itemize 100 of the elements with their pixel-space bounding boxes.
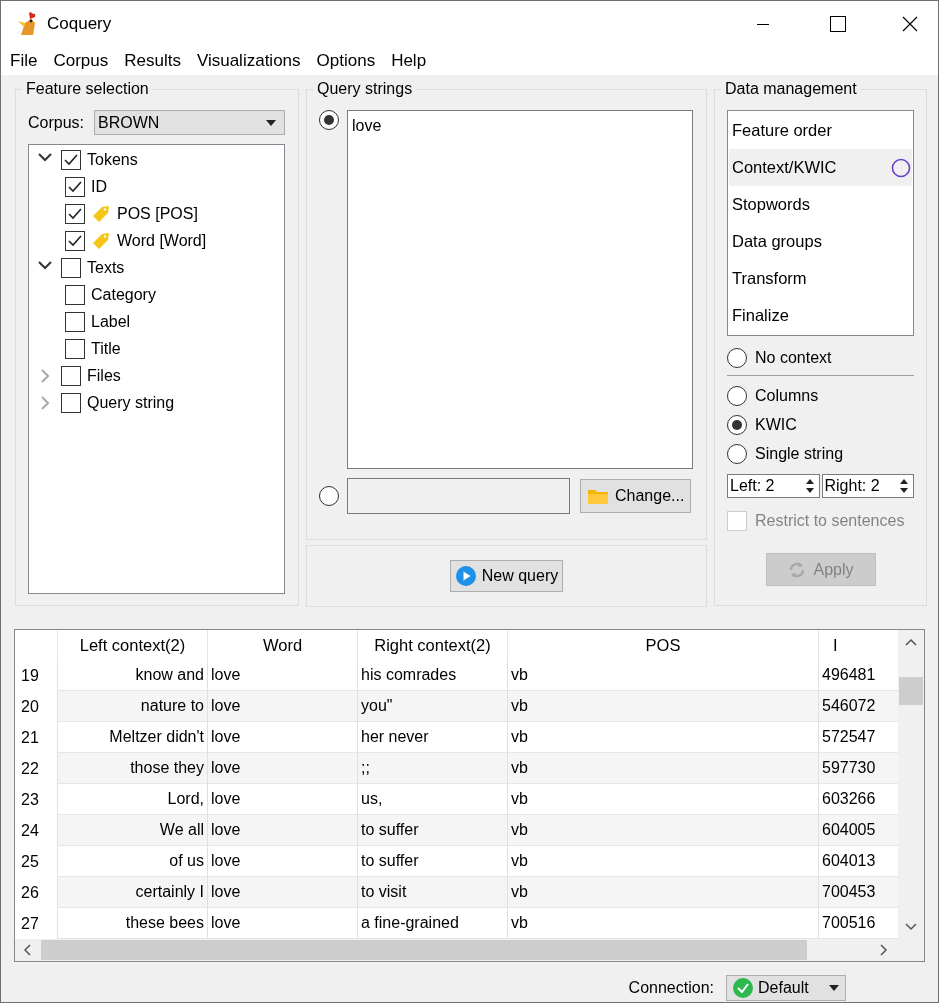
scrollbar-thumb[interactable] [41,940,807,961]
table-cell: 604005 [819,815,898,847]
spin-box[interactable]: Right: 2 [821,474,914,499]
checkbox[interactable] [65,203,85,224]
table-cell: vb [508,753,819,785]
radio-button[interactable] [319,110,339,131]
folder-icon [587,487,609,506]
column-header[interactable]: Left context(2) [58,630,208,661]
menu-item[interactable]: Results [123,48,189,74]
column-header[interactable]: POS [508,630,819,661]
tag-icon [91,230,111,251]
table-cell: love [208,815,358,847]
chevron-down-icon[interactable] [38,152,52,162]
group-title: Query strings [313,79,417,100]
caret-icon [829,985,839,992]
checkbox-label: Restrict to sentences [755,511,905,532]
maximize-icon[interactable] [830,15,846,32]
connection-dropdown[interactable]: Default [726,975,846,1002]
chevron-down-icon[interactable] [38,260,52,270]
tree-item[interactable]: POS [POS] [117,201,198,226]
radio-button[interactable] [319,486,339,507]
cursor-ring-icon [891,157,911,178]
query-text-area[interactable]: love [347,110,693,470]
table-cell: vb [508,815,819,847]
caret-icon [266,119,276,126]
table-cell: ;; [358,753,508,785]
menu-item[interactable]: Corpus [52,48,117,74]
tree-item[interactable]: Query string [87,390,175,415]
list-item[interactable]: Finalize [729,297,912,335]
column-header[interactable]: Word [208,630,358,661]
table-cell: 546072 [819,691,898,723]
table-cell: you" [358,691,508,723]
checkbox[interactable] [65,284,85,305]
tree-item[interactable]: Files [87,363,121,388]
tree-item[interactable]: Word [Word] [117,228,207,253]
tree-item[interactable]: Texts [87,255,125,280]
scroll-left-icon[interactable] [23,944,31,957]
new-query-button[interactable]: New query [449,560,564,593]
vertical-scrollbar[interactable] [898,630,924,940]
radio-button[interactable] [727,443,747,464]
tree-item[interactable]: ID [91,174,107,199]
radio-label: Single string [755,443,844,464]
corpus-dropdown[interactable]: BROWN [94,110,285,136]
table-cell: 700453 [819,877,898,909]
table-cell: 597730 [819,753,898,785]
checkbox[interactable] [65,338,85,359]
checkbox[interactable] [65,176,85,197]
radio-button[interactable] [727,414,747,435]
table-cell: certainly I [58,877,208,909]
group-title: Data management [721,79,861,100]
radio-button[interactable] [727,347,747,368]
tag-icon [91,203,111,224]
radio-label: No context [755,347,832,368]
menu-item[interactable]: File [9,48,46,74]
status-label: Connection: [628,978,714,999]
scroll-right-icon[interactable] [880,944,888,957]
checkbox[interactable] [65,230,85,251]
table-cell: to visit [358,877,508,909]
radio-button[interactable] [727,385,747,406]
table-cell: love [208,691,358,723]
tree-item[interactable]: Label [91,309,131,334]
checkbox[interactable] [61,257,81,278]
play-icon [455,566,476,587]
menu-item[interactable]: Options [315,48,384,74]
table-cell: to suffer [358,815,508,847]
table-cell: We all [58,815,208,847]
horizontal-scrollbar[interactable] [15,939,924,962]
list-item[interactable]: Data groups [729,223,912,261]
checkbox[interactable] [61,149,81,170]
window-title: Coquery [47,13,112,35]
checkbox[interactable] [65,311,85,332]
field-label: Corpus: [28,112,85,133]
change-button[interactable]: Change... [580,479,692,514]
list-item[interactable]: Feature order [729,112,912,150]
radio-label: KWIC [755,414,797,435]
tree-item[interactable]: Tokens [87,147,138,172]
table-cell: nature to [58,691,208,723]
table-cell: love [208,877,358,909]
menu-item[interactable]: Visualizations [195,48,309,74]
table-cell: vb [508,877,819,909]
radio-label: Columns [755,385,819,406]
list-item[interactable]: Context/KWIC [729,149,912,187]
checkbox[interactable] [61,392,81,413]
tree-item[interactable]: Category [91,282,156,307]
scroll-down-icon[interactable] [905,923,917,932]
table-cell: vb [508,691,819,723]
column-header[interactable]: Right context(2) [358,630,508,661]
table-cell: those they [58,753,208,785]
scroll-up-icon[interactable] [905,638,917,647]
checkbox[interactable] [61,365,81,386]
tree-item[interactable]: Title [91,336,121,361]
file-field[interactable] [347,478,570,515]
check-circle-icon [733,978,753,999]
list-item[interactable]: Stopwords [729,186,912,224]
scrollbar-thumb[interactable] [899,677,923,706]
spin-box[interactable]: Left: 2 [727,474,820,499]
table-cell: love [208,753,358,785]
list-item[interactable]: Transform [729,260,912,298]
close-icon[interactable] [902,15,918,32]
menu-item[interactable]: Help [390,48,435,74]
